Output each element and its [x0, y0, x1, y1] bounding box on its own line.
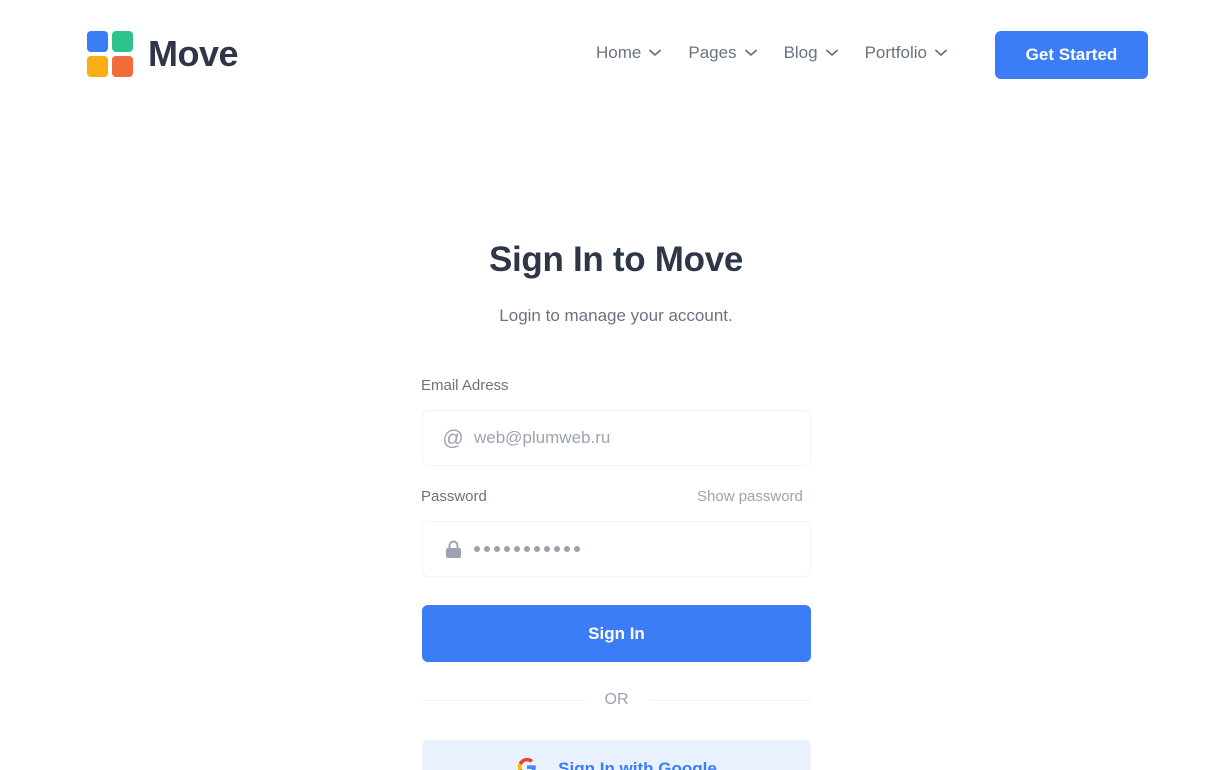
- logo-tile-blue: [87, 31, 108, 52]
- password-dot: [524, 546, 530, 552]
- chevron-down-icon: [649, 49, 662, 57]
- logo-mark: [87, 31, 133, 77]
- sign-in-button[interactable]: Sign In: [422, 605, 811, 662]
- nav-item-label: Portfolio: [864, 43, 927, 62]
- brand-logo[interactable]: Move: [87, 31, 239, 77]
- password-dot: [554, 546, 560, 552]
- password-dot: [514, 546, 520, 552]
- divider-line: [422, 699, 585, 701]
- nav-item-label: Home: [596, 43, 642, 62]
- divider-label: OR: [604, 691, 629, 708]
- email-label: Email Adress: [421, 377, 509, 394]
- page: Move Home Pages Blog Portfolio Get Start…: [0, 0, 1232, 770]
- logo-tile-green: [112, 31, 133, 52]
- nav-item-pages[interactable]: Pages: [688, 40, 757, 66]
- password-dot: [494, 546, 500, 552]
- nav-item-label: Pages: [688, 43, 737, 62]
- password-dot: [504, 546, 510, 552]
- google-sign-in-label: Sign In with Google: [558, 758, 717, 770]
- google-sign-in-button[interactable]: Sign In with Google: [422, 740, 811, 770]
- divider-line: [648, 699, 811, 701]
- password-dot: [474, 546, 480, 552]
- password-dot: [574, 546, 580, 552]
- page-title: Sign In to Move: [488, 240, 744, 279]
- email-field[interactable]: [474, 428, 794, 448]
- google-icon: [516, 756, 538, 770]
- page-subtitle: Login to manage your account.: [499, 306, 733, 325]
- email-field-wrapper: @: [422, 410, 811, 466]
- show-password-toggle[interactable]: Show password: [697, 488, 803, 505]
- lock-icon: [441, 540, 465, 558]
- password-dot: [564, 546, 570, 552]
- password-field[interactable]: [422, 521, 811, 577]
- nav-item-label: Blog: [783, 43, 818, 62]
- password-dot: [544, 546, 550, 552]
- password-mask: [474, 546, 580, 552]
- main-nav: Home Pages Blog Portfolio: [596, 40, 947, 66]
- get-started-button[interactable]: Get Started: [995, 31, 1148, 79]
- nav-item-portfolio[interactable]: Portfolio: [865, 40, 947, 66]
- logo-tile-orange: [112, 56, 133, 77]
- chevron-down-icon: [744, 49, 757, 57]
- chevron-down-icon: [935, 49, 947, 57]
- at-icon: @: [442, 426, 464, 450]
- chevron-down-icon: [825, 49, 838, 57]
- brand-name: Move: [148, 33, 239, 74]
- password-dot: [534, 546, 540, 552]
- password-label: Password: [421, 488, 487, 505]
- logo-tile-yellow: [87, 56, 108, 77]
- nav-item-home[interactable]: Home: [596, 40, 662, 66]
- nav-item-blog[interactable]: Blog: [784, 40, 838, 66]
- or-divider: OR: [422, 690, 811, 710]
- password-dot: [484, 546, 490, 552]
